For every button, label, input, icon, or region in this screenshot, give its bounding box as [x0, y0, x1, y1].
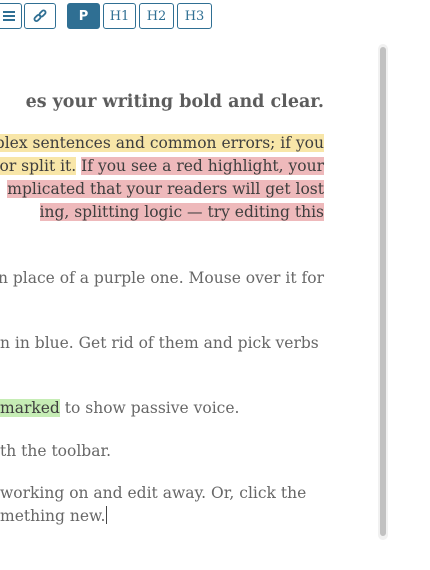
paragraph-complexity: mplex sentences and common errors; if yo…: [0, 132, 324, 224]
paragraph-edit-away: working on and edit away. Or, click the …: [0, 482, 324, 528]
paragraph-toolbar: th the toolbar.: [0, 440, 324, 463]
paragraph-simpler-words: rd in place of a purple one. Mouse over …: [0, 267, 324, 290]
paragraph-button[interactable]: P: [67, 3, 100, 29]
paragraph-passive-voice: marked to show passive voice.: [0, 397, 324, 420]
complex-sentence-highlight: mplex sentences and common errors; if yo…: [0, 134, 324, 152]
paragraph-adverbs: n in blue. Get rid of them and pick verb…: [0, 332, 324, 355]
list-icon: [3, 10, 15, 22]
document-heading: es your writing bold and clear.: [25, 92, 324, 112]
heading-1-button[interactable]: H1: [103, 3, 136, 29]
link-button[interactable]: [24, 3, 56, 29]
very-complex-sentence-highlight: mplicated that your readers will get los…: [7, 180, 324, 198]
text-caret: [106, 506, 108, 524]
text-fragment: to show passive voice.: [59, 399, 240, 417]
link-icon: [33, 9, 47, 23]
very-complex-sentence-highlight: ing, splitting logic — try editing this: [39, 203, 324, 221]
complex-sentence-highlight: en or split it.: [0, 157, 77, 175]
text-editor[interactable]: es your writing bold and clear. mplex se…: [0, 40, 378, 570]
formatting-toolbar: P H1 H2 H3: [0, 0, 430, 40]
scrollbar-thumb[interactable]: [380, 47, 386, 536]
text-line: th the toolbar.: [0, 442, 112, 460]
heading-2-button[interactable]: H2: [139, 3, 174, 29]
text-line: mething new.: [0, 507, 106, 525]
list-button[interactable]: [0, 3, 22, 29]
passive-voice-highlight: marked: [0, 399, 60, 417]
text-line: working on and edit away. Or, click the: [0, 484, 307, 502]
very-complex-sentence-highlight: If you see a red highlight, your: [81, 157, 324, 175]
text-line: rd in place of a purple one. Mouse over …: [0, 269, 324, 287]
heading-3-button[interactable]: H3: [177, 3, 212, 29]
text-line: n in blue. Get rid of them and pick verb…: [0, 334, 319, 352]
